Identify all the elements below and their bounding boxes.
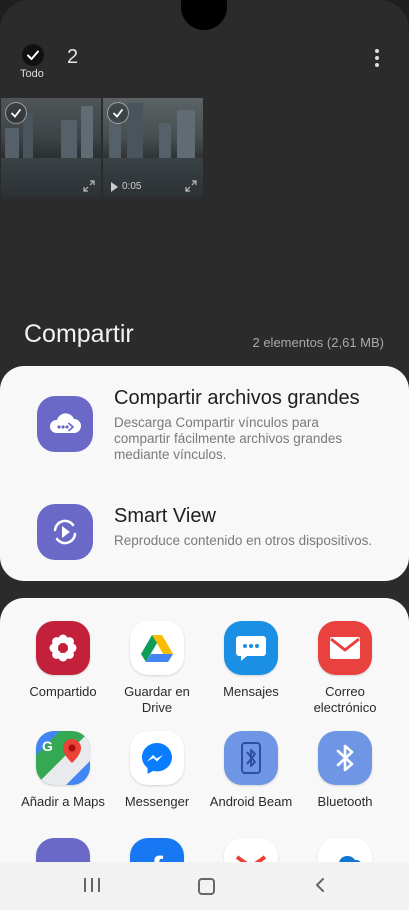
more-options-icon[interactable]: [372, 49, 382, 67]
app-label: Añadir a Maps: [21, 794, 105, 809]
svg-text:G: G: [42, 738, 53, 754]
expand-icon[interactable]: [83, 180, 95, 192]
device-frame: Todo 2 0:05 Compartir 2 elementos (2,61 …: [0, 0, 409, 910]
video-duration: 0:05: [111, 181, 141, 192]
thumbnail-video[interactable]: 0:05: [103, 98, 203, 198]
app-correo-electronico[interactable]: Correo electrónico: [299, 621, 391, 716]
app-android-beam[interactable]: Android Beam: [205, 731, 297, 810]
app-guardar-en-drive[interactable]: Guardar en Drive: [111, 621, 203, 716]
option-description: Reproduce contenido en otros dispositivo…: [114, 533, 373, 548]
back-icon[interactable]: [314, 878, 328, 892]
share-options-card: Compartir archivos grandes Descarga Comp…: [0, 366, 409, 581]
smart-view-icon: [37, 504, 93, 560]
screen: Todo 2 0:05 Compartir 2 elementos (2,61 …: [0, 0, 409, 910]
app-label: Guardar en Drive: [124, 684, 190, 715]
app-label: Messenger: [124, 794, 190, 809]
building-shape: [159, 123, 171, 158]
app-mensajes[interactable]: Mensajes: [205, 621, 297, 700]
home-icon[interactable]: [198, 878, 215, 895]
building-shape: [127, 103, 143, 158]
app-label: Android Beam: [209, 794, 293, 809]
beam-icon: [224, 731, 278, 785]
video-duration-text: 0:05: [122, 181, 142, 192]
thumbnail-check-icon[interactable]: [107, 102, 129, 124]
option-title: Smart View: [114, 505, 216, 527]
app-label: Correo electrónico: [313, 684, 377, 715]
building-shape: [5, 128, 19, 158]
cloud-link-icon: [37, 396, 93, 452]
recent-apps-icon[interactable]: [84, 878, 100, 892]
option-description: Descarga Compartir vínculos para compart…: [114, 415, 343, 462]
mail-icon: [318, 621, 372, 675]
app-compartido[interactable]: Compartido: [17, 621, 109, 700]
share-title: Compartir: [24, 320, 134, 348]
camera-notch: [181, 0, 227, 30]
flower-icon: [36, 621, 90, 675]
thumbnail-image[interactable]: [1, 98, 101, 198]
app-label: Compartido: [29, 684, 97, 699]
app-label: Bluetooth: [317, 794, 373, 809]
message-icon: [224, 621, 278, 675]
selected-count: 2: [67, 46, 79, 68]
messenger-icon: [130, 731, 184, 785]
water-shape: [1, 158, 101, 198]
thumbnail-check-icon[interactable]: [5, 102, 27, 124]
option-smart-view[interactable]: Smart View Reproduce contenido en otros …: [0, 480, 409, 580]
option-title: Compartir archivos grandes: [114, 387, 360, 409]
water-shape: [103, 158, 203, 198]
building-shape: [81, 106, 93, 158]
app-bluetooth[interactable]: Bluetooth: [299, 731, 391, 810]
drive-icon: [130, 621, 184, 675]
play-icon: [111, 181, 118, 192]
app-messenger[interactable]: Messenger: [111, 731, 203, 810]
app-label: Mensajes: [223, 684, 279, 699]
bluetooth-icon: [318, 731, 372, 785]
maps-icon: G: [36, 731, 90, 785]
share-summary: 2 elementos (2,61 MB): [252, 335, 384, 350]
select-all-label: Todo: [20, 68, 44, 80]
building-shape: [109, 118, 121, 158]
option-share-large-files[interactable]: Compartir archivos grandes Descarga Comp…: [0, 366, 409, 474]
building-shape: [177, 110, 195, 158]
expand-icon[interactable]: [185, 180, 197, 192]
check-icon: [27, 50, 39, 60]
select-all-checkbox[interactable]: [22, 44, 44, 66]
app-anadir-a-maps[interactable]: G Añadir a Maps: [17, 731, 109, 810]
building-shape: [61, 120, 77, 158]
